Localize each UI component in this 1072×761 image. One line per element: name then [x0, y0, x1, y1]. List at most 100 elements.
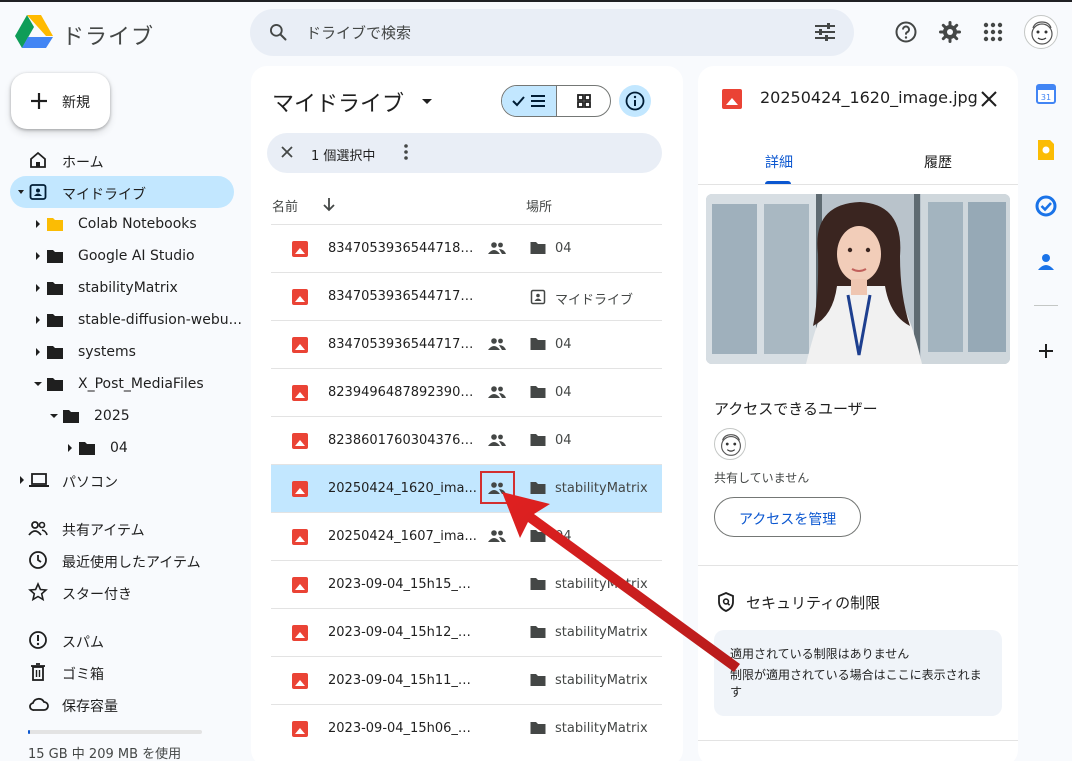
sidebar-item-label: スパム	[62, 635, 104, 651]
tab-details[interactable]: 詳細	[765, 152, 793, 172]
file-name: 2023-09-04_15h11_22.png	[328, 673, 478, 688]
sidebar-item-computers[interactable]: パソコン	[10, 464, 234, 496]
app-title[interactable]: ドライブ	[62, 19, 154, 51]
expand-arrow-icon[interactable]	[36, 348, 40, 356]
drive-logo-icon[interactable]	[15, 15, 53, 49]
my-drive-icon	[530, 289, 546, 305]
info-button[interactable]	[619, 85, 651, 117]
manage-access-label: アクセスを管理	[739, 512, 837, 528]
file-name: 2023-09-04_15h15_02.p...	[328, 577, 478, 592]
folder-icon	[62, 408, 80, 424]
tree-item-label: Google AI Studio	[78, 248, 195, 264]
owner-avatar[interactable]	[714, 428, 746, 460]
tree-item-google-ai-studio[interactable]: Google AI Studio	[10, 240, 234, 272]
contacts-icon[interactable]	[1034, 250, 1058, 274]
sidebar-item-label: 共有アイテム	[62, 523, 145, 539]
image-preview[interactable]	[706, 194, 1010, 364]
shared-people-icon[interactable]	[488, 432, 506, 448]
expand-arrow-icon[interactable]	[36, 284, 40, 292]
tasks-icon[interactable]	[1034, 194, 1058, 218]
top-border	[0, 0, 1072, 2]
search-icon[interactable]	[268, 22, 288, 42]
expand-arrow-icon[interactable]	[20, 476, 24, 484]
tree-item-systems[interactable]: systems	[10, 336, 234, 368]
sidebar-item-recent[interactable]: 最近使用したアイテム	[10, 544, 234, 576]
sidebar-item-home[interactable]: ホーム	[10, 144, 234, 176]
file-row[interactable]: 834705393654471799... 04	[271, 320, 662, 368]
account-avatar[interactable]	[1024, 15, 1058, 49]
tree-item-stable-diffusion[interactable]: stable-diffusion-webu...	[10, 304, 242, 336]
tree-item-04[interactable]: 04	[10, 432, 234, 464]
tree-item-colab-notebooks[interactable]: Colab Notebooks	[10, 208, 234, 240]
search-options-icon[interactable]	[814, 22, 836, 42]
tree-item-label: Colab Notebooks	[78, 216, 197, 232]
clear-selection-icon[interactable]	[279, 144, 295, 160]
expand-arrow-icon[interactable]	[36, 316, 40, 324]
folder-icon	[530, 337, 546, 351]
collapse-arrow-icon[interactable]	[34, 382, 42, 386]
shared-people-icon[interactable]	[488, 384, 506, 400]
grid-view-button[interactable]	[557, 86, 610, 116]
folder-icon	[46, 248, 64, 264]
sidebar-item-shared[interactable]: 共有アイテム	[10, 512, 234, 544]
clock-icon	[28, 550, 48, 570]
column-header-location[interactable]: 場所	[526, 196, 552, 215]
add-icon[interactable]	[1034, 339, 1058, 363]
selection-count: 1 個選択中	[311, 149, 376, 164]
new-button[interactable]: 新規	[11, 73, 110, 129]
folder-icon	[46, 312, 64, 328]
tree-item-2025[interactable]: 2025	[10, 400, 234, 432]
list-view-button[interactable]	[502, 86, 557, 116]
sort-down-arrow-icon[interactable]	[322, 196, 336, 212]
security-text-hint: 制限が適用されている場合はここに表示されます	[730, 668, 982, 699]
sidebar-item-storage[interactable]: 保存容量	[10, 688, 234, 720]
search-bar[interactable]	[250, 9, 854, 56]
expand-arrow-icon[interactable]	[68, 444, 72, 452]
rail-divider	[1034, 305, 1058, 306]
file-row[interactable]: 2023-09-04_15h06_54.p... stabilityMatrix	[271, 704, 662, 752]
title-dropdown-icon[interactable]	[422, 99, 432, 105]
page-title[interactable]: マイドライブ	[272, 86, 404, 118]
settings-icon[interactable]	[938, 20, 962, 44]
file-name: 834705393654471799...	[328, 289, 478, 304]
folder-icon	[530, 241, 546, 255]
expand-arrow-icon[interactable]	[36, 220, 40, 228]
file-row[interactable]: 8347053936544718O... 04	[271, 224, 662, 272]
keep-icon[interactable]	[1034, 138, 1058, 162]
folder-icon	[530, 385, 546, 399]
file-name: 2023-09-04_15h12_43.png	[328, 625, 478, 640]
image-file-icon	[292, 625, 308, 641]
sidebar-item-trash[interactable]: ゴミ箱	[10, 656, 234, 688]
file-name: 20250424_1607_ima...	[328, 529, 477, 544]
file-row[interactable]: 823949648789239072... 04	[271, 368, 662, 416]
image-file-icon	[292, 289, 308, 305]
cloud-icon	[28, 694, 50, 714]
shared-people-icon[interactable]	[488, 336, 506, 352]
tab-activity[interactable]: 履歴	[924, 152, 952, 172]
sidebar-item-my-drive[interactable]: マイドライブ	[10, 176, 234, 208]
sidebar-item-starred[interactable]: スター付き	[10, 576, 234, 608]
close-icon[interactable]	[978, 88, 1000, 110]
tab-divider	[698, 184, 1018, 185]
column-header-name[interactable]: 名前	[272, 196, 298, 215]
storage-bar-fill	[28, 730, 31, 734]
file-name: 834705393654471799...	[328, 337, 478, 352]
tree-item-x-post-mediafiles[interactable]: X_Post_MediaFiles	[10, 368, 234, 400]
expand-arrow-icon[interactable]	[36, 252, 40, 260]
collapse-arrow-icon[interactable]	[50, 414, 58, 418]
search-input[interactable]	[306, 19, 786, 46]
more-actions-icon[interactable]	[403, 143, 409, 161]
sidebar-item-spam[interactable]: スパム	[10, 624, 234, 656]
tree-item-stabilitymatrix[interactable]: stabilityMatrix	[10, 272, 234, 304]
image-file-icon	[722, 89, 742, 109]
tree-item-label: stable-diffusion-webu...	[78, 312, 242, 328]
file-row[interactable]: 823860176030437​62... 04	[271, 416, 662, 464]
calendar-icon[interactable]: 31	[1034, 82, 1058, 106]
file-row[interactable]: 834705393654471799... マイドライブ	[271, 272, 662, 320]
help-icon[interactable]	[894, 20, 918, 44]
collapse-caret-icon[interactable]	[18, 190, 24, 194]
shared-people-icon[interactable]	[488, 240, 506, 256]
apps-grid-icon[interactable]	[981, 20, 1005, 44]
file-location: 04	[555, 385, 572, 400]
folder-icon	[46, 280, 64, 296]
